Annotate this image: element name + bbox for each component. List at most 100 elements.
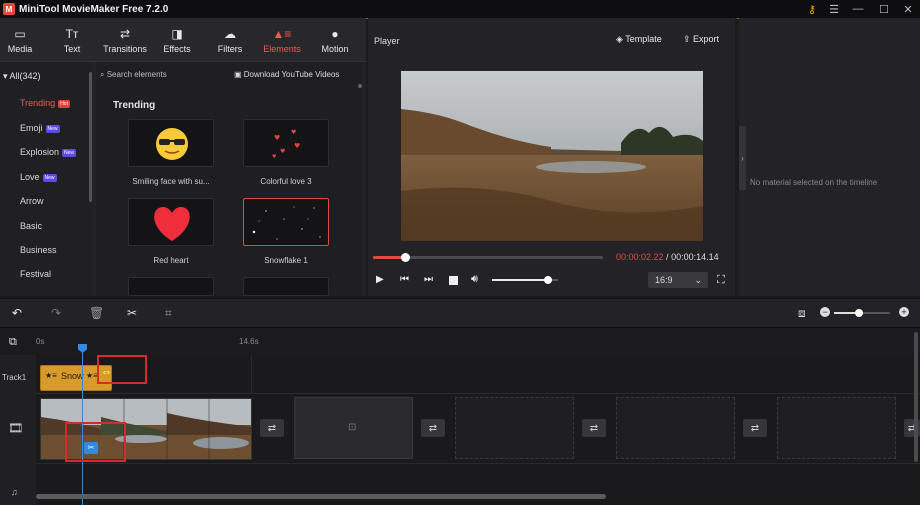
red-heart-icon [154, 207, 190, 241]
category-label: Business [20, 245, 57, 255]
tab-motion[interactable]: ● Motion [318, 18, 352, 62]
empty-slot[interactable]: ⊡ [294, 397, 413, 459]
fullscreen-icon[interactable]: ⛶ [717, 274, 725, 287]
category-business[interactable]: Business [20, 245, 57, 255]
category-label: Explosion [20, 147, 60, 157]
tab-effects[interactable]: ◨ Effects [160, 18, 194, 62]
transition-swap-icon[interactable]: ⇄ [582, 419, 606, 437]
tab-filters-label: Filters [217, 43, 243, 54]
aspect-ratio-select[interactable]: 16:9 ⌄ [648, 272, 708, 288]
redo-icon[interactable]: ↷ [51, 306, 61, 320]
element-label: Snowflake 1 [264, 256, 308, 265]
elements-icon: ▲≡ [272, 26, 292, 41]
next-frame-button[interactable]: ⏭ [424, 274, 433, 285]
tab-transitions-label: Transitions [103, 43, 147, 54]
element-colorful-love[interactable]: ♥ ♥ ♥ ♥ ♥ [243, 119, 329, 167]
search-input[interactable]: Search elements [107, 70, 167, 79]
svg-text:♥: ♥ [291, 129, 296, 136]
category-trending[interactable]: Trending Hot [20, 98, 70, 108]
menu-icon[interactable]: ☰ [822, 0, 846, 18]
empty-slot[interactable] [777, 397, 896, 459]
text-icon: Tт [65, 26, 79, 41]
volume-slider[interactable] [492, 276, 558, 284]
category-emoji[interactable]: Emoji New [20, 123, 60, 133]
category-love[interactable]: Love New [20, 172, 57, 182]
zoom-in-button[interactable]: + [899, 307, 909, 317]
effects-icon: ◨ [171, 26, 183, 41]
hot-badge: Hot [58, 99, 70, 108]
category-festival[interactable]: Festival [20, 269, 51, 279]
snap-icon[interactable]: ⧈ [798, 306, 806, 321]
maximize-button[interactable]: ☐ [872, 0, 896, 18]
element-smiling-face[interactable] [128, 119, 214, 167]
key-icon[interactable]: ⚷ [800, 0, 824, 18]
volume-icon[interactable]: 🔊︎ [471, 273, 478, 286]
annotation-highlight-box [65, 422, 126, 462]
play-button[interactable]: ▶ [376, 274, 384, 285]
zoom-out-button[interactable]: − [820, 307, 830, 317]
grid-scroll-indicator[interactable] [358, 84, 362, 88]
transition-swap-icon[interactable]: ⇄ [421, 419, 445, 437]
category-scrollbar[interactable] [89, 72, 92, 202]
delete-icon[interactable]: 🗑︎ [89, 306, 104, 320]
element-label: Smiling face with su... [132, 177, 210, 186]
category-label: Arrow [20, 196, 44, 206]
previous-frame-button[interactable]: ⏮ [400, 274, 409, 285]
add-track-icon[interactable]: ⧉ [9, 336, 17, 349]
element-snowflake[interactable] [243, 198, 329, 246]
tab-filters[interactable]: ☁ Filters [213, 18, 247, 62]
tab-motion-label: Motion [321, 43, 349, 54]
tab-transitions[interactable]: ⇄ Transitions [100, 18, 150, 62]
element-partial[interactable] [243, 277, 329, 296]
expand-panel-button[interactable]: › [739, 126, 746, 190]
element-partial[interactable] [128, 277, 214, 296]
undo-icon[interactable]: ↶ [12, 306, 22, 320]
track-divider [36, 463, 920, 464]
category-label: Festival [20, 269, 52, 279]
layers-icon: ◈ [616, 34, 626, 44]
split-icon[interactable]: ✂ [127, 306, 137, 320]
tab-text-label: Text [63, 43, 81, 54]
svg-text:♥: ♥ [274, 134, 280, 142]
template-button[interactable]: ◈ Template [616, 34, 662, 45]
transition-swap-icon[interactable]: ⇄ [260, 419, 284, 437]
timeline-ruler[interactable]: ⧉ 0s 14.6s [0, 328, 920, 355]
timecode: 00:00:02.22 / 00:00:14.14 [616, 252, 719, 262]
element-red-heart[interactable] [128, 198, 214, 246]
category-explosion[interactable]: Explosion New [20, 147, 77, 157]
track-divider [36, 393, 920, 394]
transition-swap-icon[interactable]: ⇄ [743, 419, 767, 437]
current-time: 00:00:02.22 [616, 252, 664, 262]
zoom-slider[interactable] [834, 309, 890, 317]
element-clip-icon: ★≡ [45, 371, 57, 380]
stop-button[interactable] [449, 276, 458, 285]
tab-text[interactable]: Tт Text [56, 18, 88, 62]
timeline-scrollbar[interactable] [36, 494, 606, 499]
category-arrow[interactable]: Arrow [20, 196, 44, 206]
export-button[interactable]: ⇪ Export [683, 34, 719, 45]
empty-slot[interactable] [616, 397, 735, 459]
template-label: Template [625, 34, 662, 44]
tab-bar: ▭ Media Tт Text ⇄ Transitions ◨ Effects ☁ Fil… [0, 18, 366, 62]
download-youtube-button[interactable]: ▣ Download YouTube Videos [234, 70, 339, 79]
category-list: ▾ All(342) Trending Hot Emoji New Explosio… [0, 62, 92, 296]
timeline-vertical-scrollbar[interactable] [914, 332, 918, 462]
timeline-toolbar [0, 298, 920, 328]
download-youtube-label: Download YouTube Videos [243, 70, 340, 79]
new-badge: New [42, 173, 57, 182]
category-all[interactable]: ▾ All(342) [3, 71, 41, 82]
section-title: Trending [113, 100, 156, 111]
playback-progress-track[interactable] [373, 253, 603, 262]
close-button[interactable]: ✕ [896, 0, 920, 18]
empty-slot[interactable] [455, 397, 574, 459]
search-box[interactable]: ⌕ Search elements [100, 70, 167, 80]
total-time: 00:00:14.14 [671, 252, 719, 262]
motion-icon: ● [331, 26, 339, 41]
minimize-button[interactable]: — [846, 0, 870, 18]
crop-icon[interactable]: ⌗ [165, 306, 172, 321]
time-separator: / [663, 252, 672, 262]
tab-media[interactable]: ▭ Media [4, 18, 36, 62]
category-basic[interactable]: Basic [20, 221, 42, 231]
video-preview[interactable] [401, 71, 703, 241]
tab-elements[interactable]: ▲≡ Elements [260, 18, 304, 62]
